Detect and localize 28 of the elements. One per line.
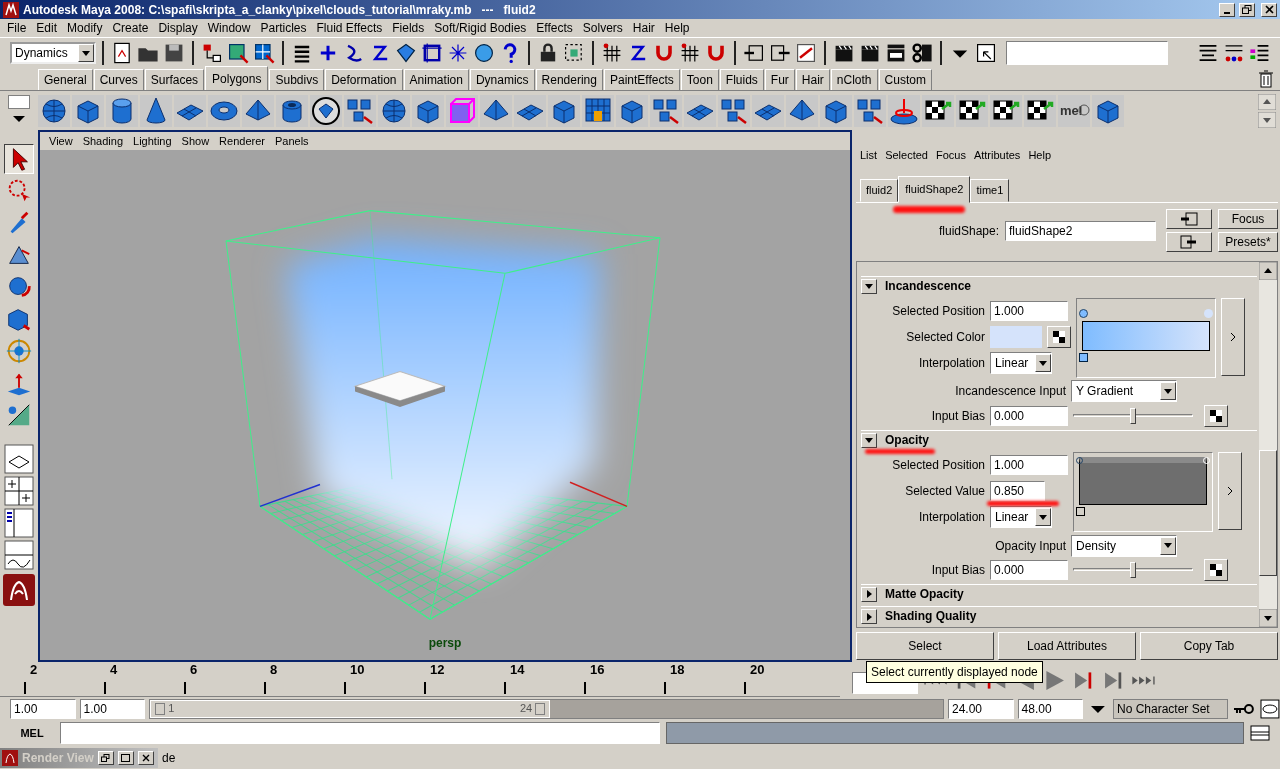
- field-label: Interpolation: [917, 355, 985, 373]
- frame-number: 16: [589, 662, 606, 678]
- field-label: Input Bias: [930, 408, 985, 426]
- frame-number: 14: [509, 662, 526, 678]
- field-label: Input Bias: [930, 562, 985, 580]
- field-label: Selected Value: [904, 483, 985, 501]
- field-label: Selected Color: [905, 329, 985, 347]
- field-label: Selected Position: [891, 303, 985, 321]
- frame-number: 8: [269, 662, 279, 678]
- range-max-label: 24: [519, 701, 533, 717]
- node-name-label: fluidShape:: [937, 222, 999, 240]
- field-label: Incandescence Input: [954, 383, 1066, 401]
- frame-number: 2: [29, 662, 39, 678]
- frame-number: 10: [349, 662, 366, 678]
- frame-number: 4: [109, 662, 119, 678]
- field-label: Selected Position: [891, 457, 985, 475]
- range-min-label: 1: [168, 701, 175, 717]
- frame-number: 12: [429, 662, 446, 678]
- tooltip: Select currently displayed node: [866, 661, 1043, 683]
- field-label: Opacity Input: [994, 537, 1066, 555]
- frame-number: 6: [189, 662, 199, 678]
- camera-label: persp: [428, 636, 462, 650]
- window-title: Render View: [22, 749, 94, 767]
- frame-number: 18: [669, 662, 686, 678]
- window-title: Autodesk Maya 2008: C:\spafi\skripta_a_clanky\pixel\clouds_tutorial\mraky.mb --- fluid2: [23, 1, 536, 19]
- frame-number: 20: [749, 662, 766, 678]
- field-label: Interpolation: [917, 509, 985, 527]
- help-line-text: de: [162, 749, 176, 767]
